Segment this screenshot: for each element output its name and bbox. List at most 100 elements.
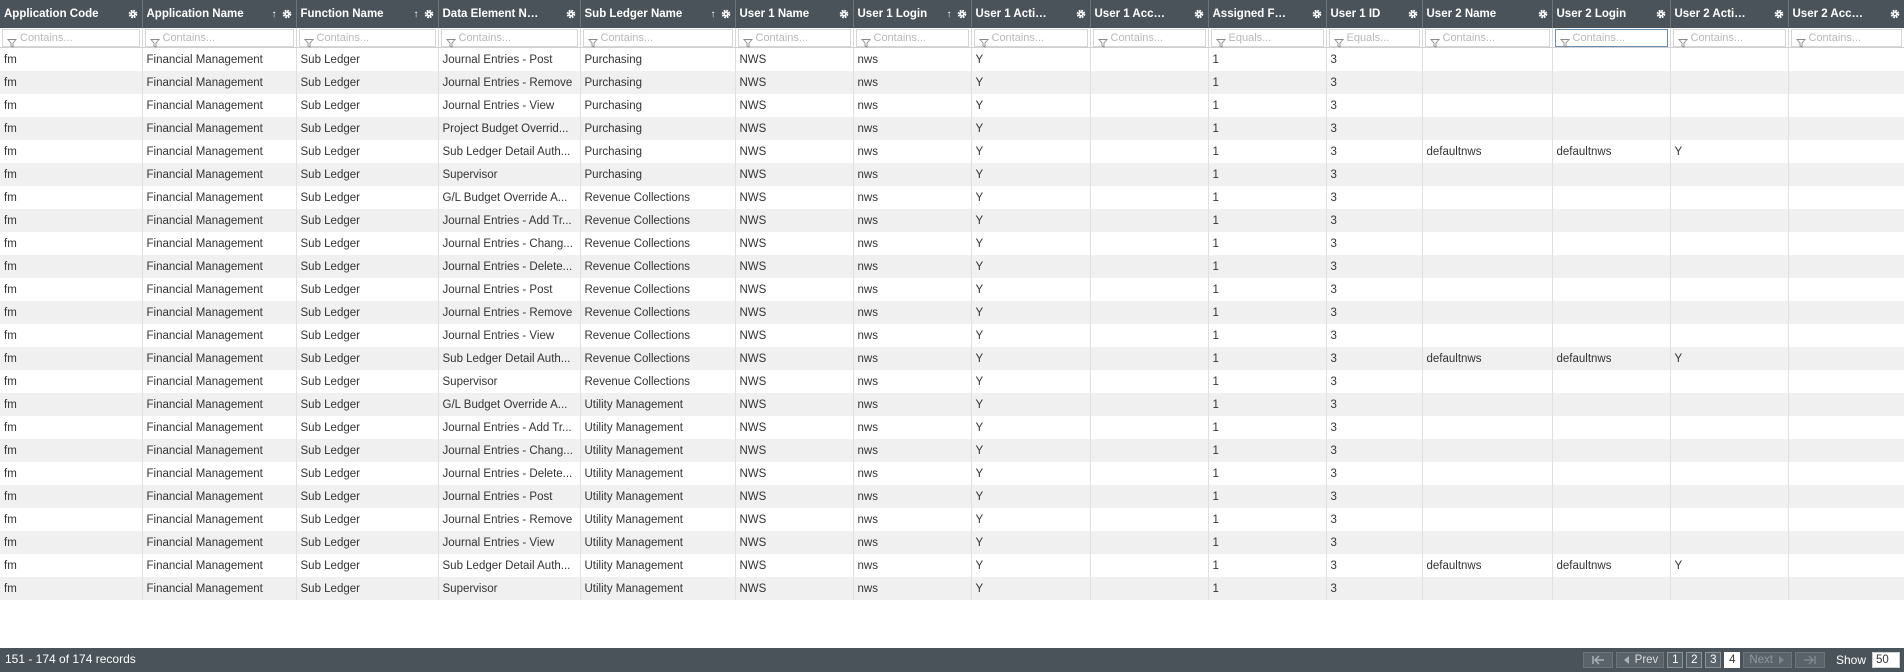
table-row[interactable]: fm Financial Management Sub Ledger Journal … [0,47,1904,71]
filter-input-user-1-name[interactable] [752,30,850,45]
filter-input-user-2-access-type[interactable] [1805,30,1901,45]
table-row[interactable]: fm Financial Management Sub Ledger Journal … [0,94,1904,117]
filter-input-data-element-name[interactable] [455,30,577,45]
filter-input-assigned-flag[interactable] [1225,30,1323,45]
sort-ascending-icon[interactable]: ↑ [414,9,419,20]
column-header-assigned-flag[interactable]: Assigned Flag [1208,0,1327,28]
table-row[interactable]: fm Financial Management Sub Ledger Journal … [0,278,1904,301]
column-header-user-2-login[interactable]: User 2 Login [1552,0,1671,28]
sort-ascending-icon[interactable]: ↑ [711,9,716,20]
table-row[interactable]: fm Financial Management Sub Ledger Sub Ledg… [0,554,1904,577]
gear-icon[interactable] [721,9,731,19]
page-button-4[interactable]: 4 [1724,652,1741,668]
table-row[interactable]: fm Financial Management Sub Ledger Journal … [0,439,1904,462]
cell-user-2-login [1552,186,1671,209]
column-header-user-2-name[interactable]: User 2 Name [1422,0,1553,28]
filter-icon [1559,33,1570,48]
filter-input-application-code[interactable] [17,30,139,45]
sort-ascending-icon[interactable]: ↑ [272,9,277,20]
filter-input-user-2-active-flag[interactable] [1687,30,1785,45]
gear-icon[interactable] [1408,9,1418,19]
filter-input-function-name[interactable] [313,30,435,45]
table-row[interactable]: fm Financial Management Sub Ledger Journal … [0,301,1904,324]
cell-data-element-name: Journal Entries - View [438,531,581,554]
cell-user-1-id: 3 [1326,232,1423,255]
cell-user-1-name: NWS [735,347,854,370]
table-row[interactable]: fm Financial Management Sub Ledger G/L Budg… [0,393,1904,416]
cell-user-1-login: nws [853,94,972,117]
next-label: Next [1749,654,1773,666]
gear-icon[interactable] [566,9,576,19]
table-row[interactable]: fm Financial Management Sub Ledger Journal … [0,209,1904,232]
column-header-sub-ledger-name[interactable]: Sub Ledger Name ↑ [580,0,736,28]
gear-icon[interactable] [1890,9,1900,19]
gear-icon[interactable] [1312,9,1322,19]
table-row[interactable]: fm Financial Management Sub Ledger Journal … [0,508,1904,531]
column-header-user-1-name[interactable]: User 1 Name [735,0,854,28]
page-size-input[interactable] [1872,652,1900,668]
gear-icon[interactable] [424,9,434,19]
column-header-application-name[interactable]: Application Name ↑ [142,0,297,28]
column-header-application-code[interactable]: Application Code [0,0,143,28]
column-header-user-2-access-type[interactable]: User 2 Access Type [1788,0,1904,28]
gear-icon[interactable] [957,9,967,19]
cell-user-1-login: nws [853,577,972,600]
gear-icon[interactable] [1076,9,1086,19]
filter-input-user-1-access-type[interactable] [1107,30,1205,45]
table-row[interactable]: fm Financial Management Sub Ledger Supervis… [0,577,1904,600]
gear-icon[interactable] [1538,9,1548,19]
column-header-user-1-id[interactable]: User 1 ID [1326,0,1423,28]
last-page-button[interactable] [1794,652,1825,668]
table-row[interactable]: fm Financial Management Sub Ledger Supervis… [0,370,1904,393]
first-page-button[interactable] [1582,652,1613,668]
table-row[interactable]: fm Financial Management Sub Ledger Sub Ledg… [0,347,1904,370]
filter-input-user-1-login[interactable] [870,30,968,45]
table-row[interactable]: fm Financial Management Sub Ledger Journal … [0,324,1904,347]
next-page-button[interactable]: Next [1743,652,1792,668]
filter-icon [445,33,456,48]
column-header-data-element-name[interactable]: Data Element Name [438,0,581,28]
page-button-1[interactable]: 1 [1667,652,1684,668]
table-row[interactable]: fm Financial Management Sub Ledger Journal … [0,531,1904,554]
table-row[interactable]: fm Financial Management Sub Ledger Supervis… [0,163,1904,186]
table-row[interactable]: fm Financial Management Sub Ledger Journal … [0,232,1904,255]
table-row[interactable]: fm Financial Management Sub Ledger Journal … [0,71,1904,94]
cell-user-2-login [1552,47,1671,71]
gear-icon[interactable] [1656,9,1666,19]
prev-label: Prev [1634,654,1659,666]
page-button-3[interactable]: 3 [1705,652,1722,668]
table-row[interactable]: fm Financial Management Sub Ledger G/L Budg… [0,186,1904,209]
gear-icon[interactable] [1774,9,1784,19]
cell-data-element-name: Journal Entries - Delete... [438,462,581,485]
cell-application-name: Financial Management [142,278,297,301]
filter-input-user-2-login[interactable] [1569,30,1667,45]
filter-input-user-1-id[interactable] [1343,30,1419,45]
table-row[interactable]: fm Financial Management Sub Ledger Journal … [0,485,1904,508]
column-header-user-1-access-type[interactable]: User 1 Access Type [1090,0,1209,28]
column-header-user-1-active-flag[interactable]: User 1 Active Fl... [971,0,1091,28]
filter-input-sub-ledger-name[interactable] [597,30,732,45]
table-row[interactable]: fm Financial Management Sub Ledger Journal … [0,462,1904,485]
filter-input-application-name[interactable] [159,30,293,45]
gear-icon[interactable] [282,9,292,19]
table-row[interactable]: fm Financial Management Sub Ledger Journal … [0,416,1904,439]
gear-icon[interactable] [128,9,138,19]
prev-page-button[interactable]: Prev [1615,652,1665,668]
column-header-user-2-active-flag[interactable]: User 2 Active Fl... [1670,0,1789,28]
column-header-user-1-login[interactable]: User 1 Login ↑ [853,0,972,28]
table-row[interactable]: fm Financial Management Sub Ledger Project … [0,117,1904,140]
column-header-function-name[interactable]: Function Name ↑ [296,0,439,28]
gear-icon[interactable] [839,9,849,19]
page-button-2[interactable]: 2 [1686,652,1703,668]
table-row[interactable]: fm Financial Management Sub Ledger Journal … [0,255,1904,278]
cell-user-1-access-type [1090,462,1209,485]
filter-input-user-2-name[interactable] [1439,30,1549,45]
cell-application-code: fm [0,209,143,232]
sort-ascending-icon[interactable]: ↑ [947,9,952,20]
cell-function-name: Sub Ledger [296,485,439,508]
cell-function-name: Sub Ledger [296,393,439,416]
filter-input-user-1-active-flag[interactable] [988,30,1087,45]
cell-user-1-active-flag: Y [971,278,1091,301]
table-row[interactable]: fm Financial Management Sub Ledger Sub Ledg… [0,140,1904,163]
gear-icon[interactable] [1194,9,1204,19]
